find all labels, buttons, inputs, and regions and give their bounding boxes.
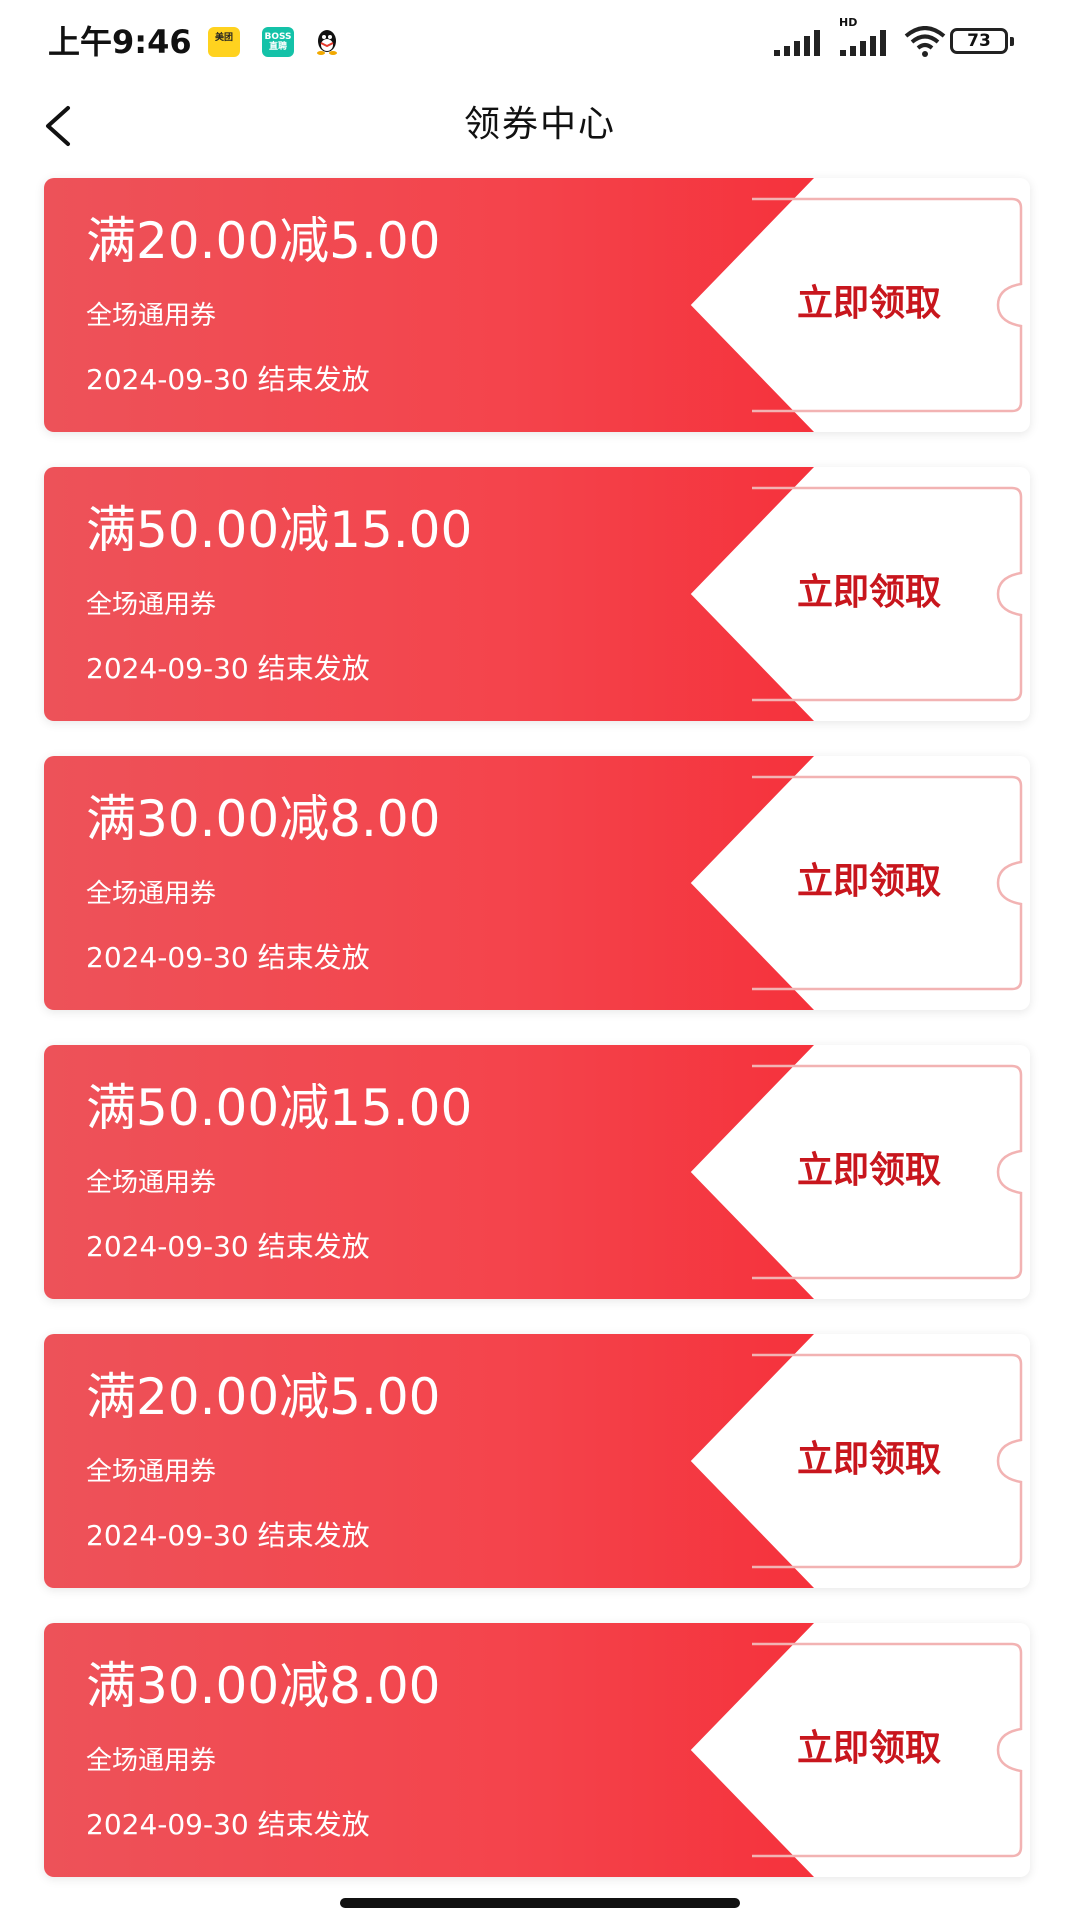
coupon-scope: 全场通用券 [86, 1746, 217, 1776]
coupon-amount: 满30.00减8.00 [86, 1657, 441, 1715]
coupon-expiry: 2024-09-30 结束发放 [86, 941, 370, 974]
hd-label: HD [839, 16, 858, 29]
wifi-icon [904, 26, 946, 57]
coupon-card: 满20.00减5.00 全场通用券 2024-09-30 结束发放 立即领取 [44, 178, 1030, 432]
coupon-expiry: 2024-09-30 结束发放 [86, 1230, 370, 1263]
boss-icon-label: BOSS直聘 [264, 32, 292, 52]
coupon-expiry: 2024-09-30 结束发放 [86, 1519, 370, 1552]
coupon-card: 满30.00减8.00 全场通用券 2024-09-30 结束发放 立即领取 [44, 1623, 1030, 1877]
qq-penguin-icon [317, 30, 337, 55]
meituan-app-icon: 美团 [208, 27, 240, 57]
coupon-scope: 全场通用券 [86, 301, 217, 331]
claim-coupon-button[interactable]: 立即领取 [764, 1434, 974, 1486]
coupon-amount: 满50.00减15.00 [86, 1079, 473, 1137]
battery-level: 73 [967, 31, 991, 51]
meituan-icon-label: 美团 [214, 33, 233, 43]
cellular-signal-icon [774, 30, 820, 56]
coupon-card: 满50.00减15.00 全场通用券 2024-09-30 结束发放 立即领取 [44, 1045, 1030, 1299]
coupon-scope: 全场通用券 [86, 590, 217, 620]
coupon-expiry: 2024-09-30 结束发放 [86, 652, 370, 685]
claim-coupon-button[interactable]: 立即领取 [764, 1723, 974, 1775]
coupon-expiry: 2024-09-30 结束发放 [86, 1808, 370, 1841]
coupon-amount: 满30.00减8.00 [86, 790, 441, 848]
home-indicator-bar[interactable] [340, 1898, 740, 1908]
coupon-card: 满50.00减15.00 全场通用券 2024-09-30 结束发放 立即领取 [44, 467, 1030, 721]
coupon-amount: 满50.00减15.00 [86, 501, 473, 559]
claim-coupon-button[interactable]: 立即领取 [764, 1145, 974, 1197]
coupon-list: 满20.00减5.00 全场通用券 2024-09-30 结束发放 立即领取 满… [44, 178, 1030, 1912]
coupon-card: 满20.00减5.00 全场通用券 2024-09-30 结束发放 立即领取 [44, 1334, 1030, 1588]
claim-coupon-button[interactable]: 立即领取 [764, 278, 974, 330]
status-time: 上午9:46 [48, 23, 192, 61]
status-bar: 上午9:46 美团 BOSS直聘 HD 73 [0, 0, 1080, 84]
boss-app-icon: BOSS直聘 [262, 27, 294, 57]
coupon-scope: 全场通用券 [86, 1168, 217, 1198]
cellular-signal-hd-icon [840, 30, 886, 56]
header-bar: 领券中心 [0, 84, 1080, 172]
coupon-card: 满30.00减8.00 全场通用券 2024-09-30 结束发放 立即领取 [44, 756, 1030, 1010]
claim-coupon-button[interactable]: 立即领取 [764, 567, 974, 619]
coupon-scope: 全场通用券 [86, 1457, 217, 1487]
coupon-expiry: 2024-09-30 结束发放 [86, 363, 370, 396]
coupon-amount: 满20.00减5.00 [86, 212, 441, 270]
coupon-amount: 满20.00减5.00 [86, 1368, 441, 1426]
page-title: 领券中心 [463, 104, 616, 145]
claim-coupon-button[interactable]: 立即领取 [764, 856, 974, 908]
coupon-scope: 全场通用券 [86, 879, 217, 909]
battery-icon: 73 [950, 28, 1014, 54]
